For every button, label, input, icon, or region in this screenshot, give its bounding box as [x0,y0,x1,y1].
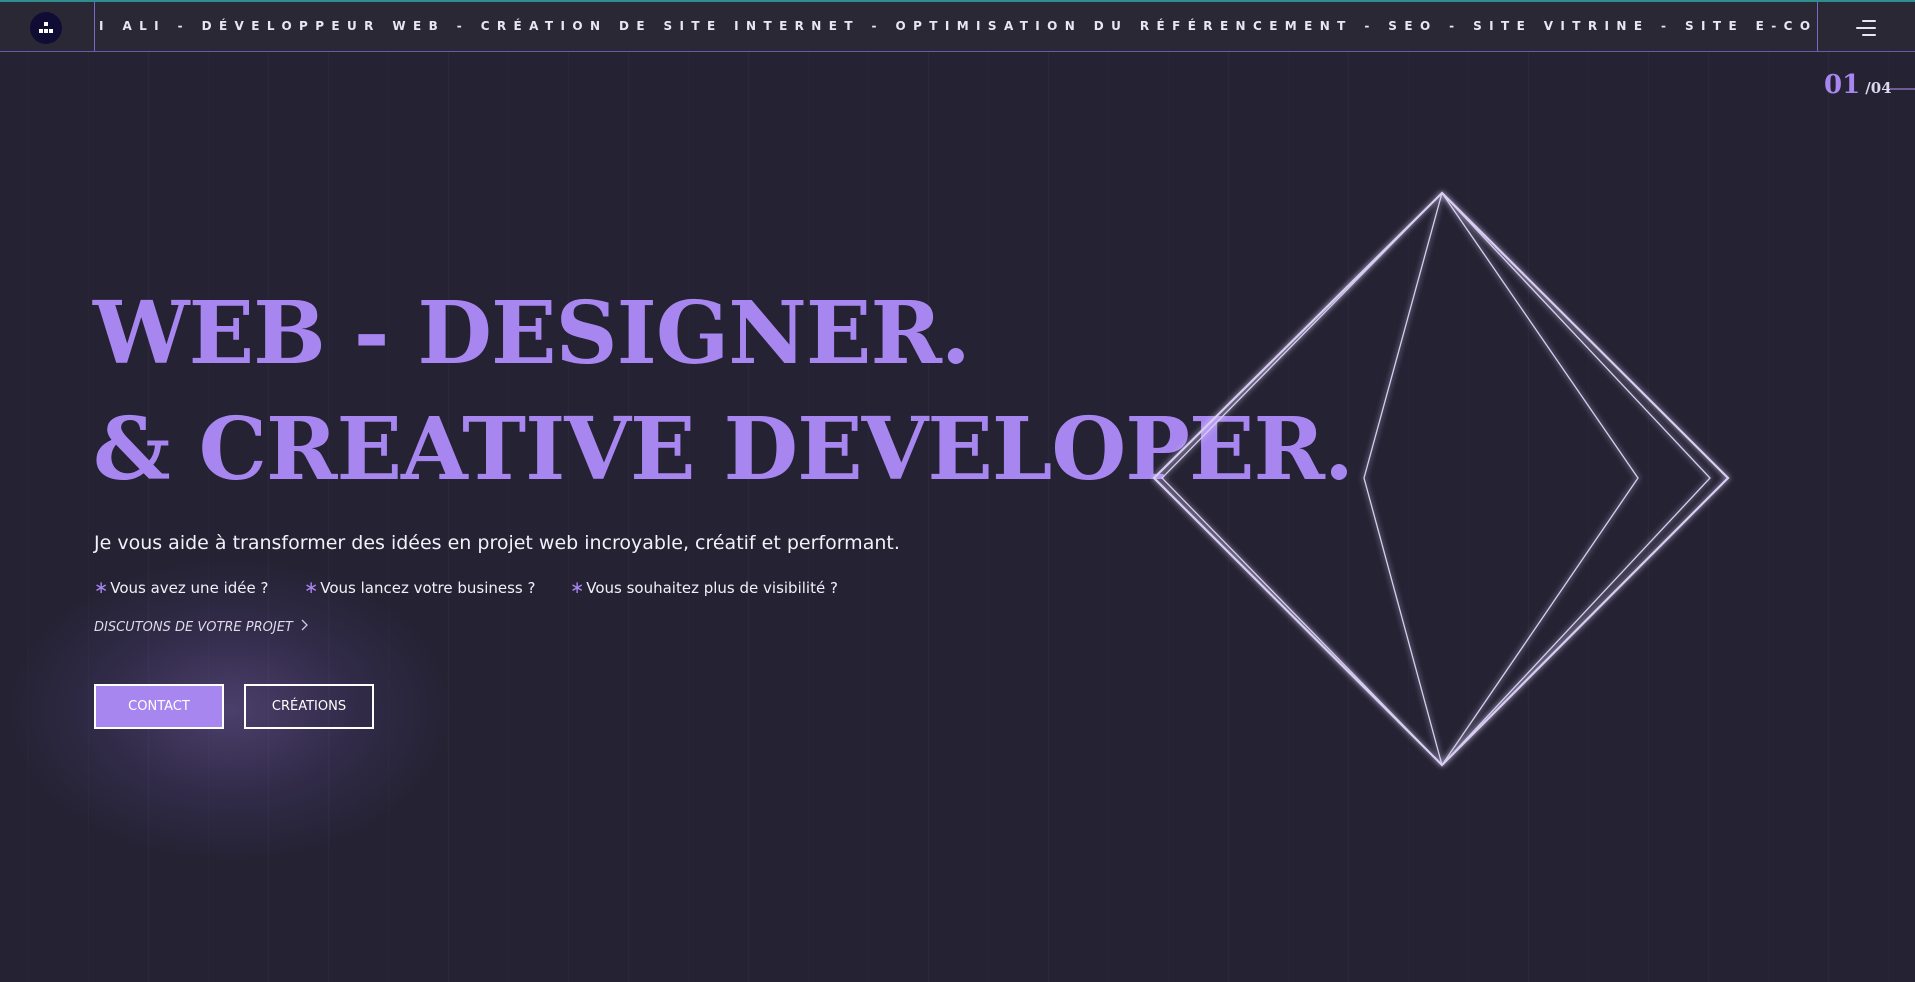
contact-button[interactable]: CONTACT [94,684,224,729]
bullet-item: ∗ Vous lancez votre business ? [304,578,535,598]
slide-counter-line [1890,88,1915,90]
bullet-item: ∗ Vous avez une idée ? [94,578,268,598]
chevron-right-icon [301,619,309,635]
bullet-text: Vous souhaitez plus de visibilité ? [586,579,838,597]
marquee-text: I ALI - DÉVELOPPEUR WEB - CRÉATION DE SI… [99,19,1818,33]
hero-bullets: ∗ Vous avez une idée ? ∗ Vous lancez votre… [94,578,994,600]
slide-counter: 01 /04 [1824,70,1892,100]
discuss-project-link[interactable]: DISCUTONS DE VOTRE PROJET [94,619,309,635]
hamburger-menu-icon[interactable] [1852,18,1876,38]
asterisk-icon: ∗ [94,578,109,598]
page: I ALI - DÉVELOPPEUR WEB - CRÉATION DE SI… [0,0,1915,982]
discuss-project-label: DISCUTONS DE VOTRE PROJET [94,620,293,635]
asterisk-icon: ∗ [304,578,319,598]
logo-mark-icon [39,22,53,33]
hero-subtitle: Je vous aide à transformer des idées en … [94,532,900,554]
bullet-item: ∗ Vous souhaitez plus de visibilité ? [570,578,838,598]
asterisk-icon: ∗ [570,578,585,598]
bullet-text: Vous avez une idée ? [110,579,269,597]
header-bar: I ALI - DÉVELOPPEUR WEB - CRÉATION DE SI… [0,0,1915,52]
marquee-banner: I ALI - DÉVELOPPEUR WEB - CRÉATION DE SI… [94,2,1818,51]
logo-icon[interactable] [30,12,62,44]
creations-button[interactable]: CRÉATIONS [244,684,374,729]
diamond-illustration [1152,191,1730,767]
slide-counter-total: /04 [1865,79,1892,97]
bullet-text: Vous lancez votre business ? [320,579,536,597]
background-glow [10,560,450,860]
slide-counter-current: 01 [1824,70,1861,100]
